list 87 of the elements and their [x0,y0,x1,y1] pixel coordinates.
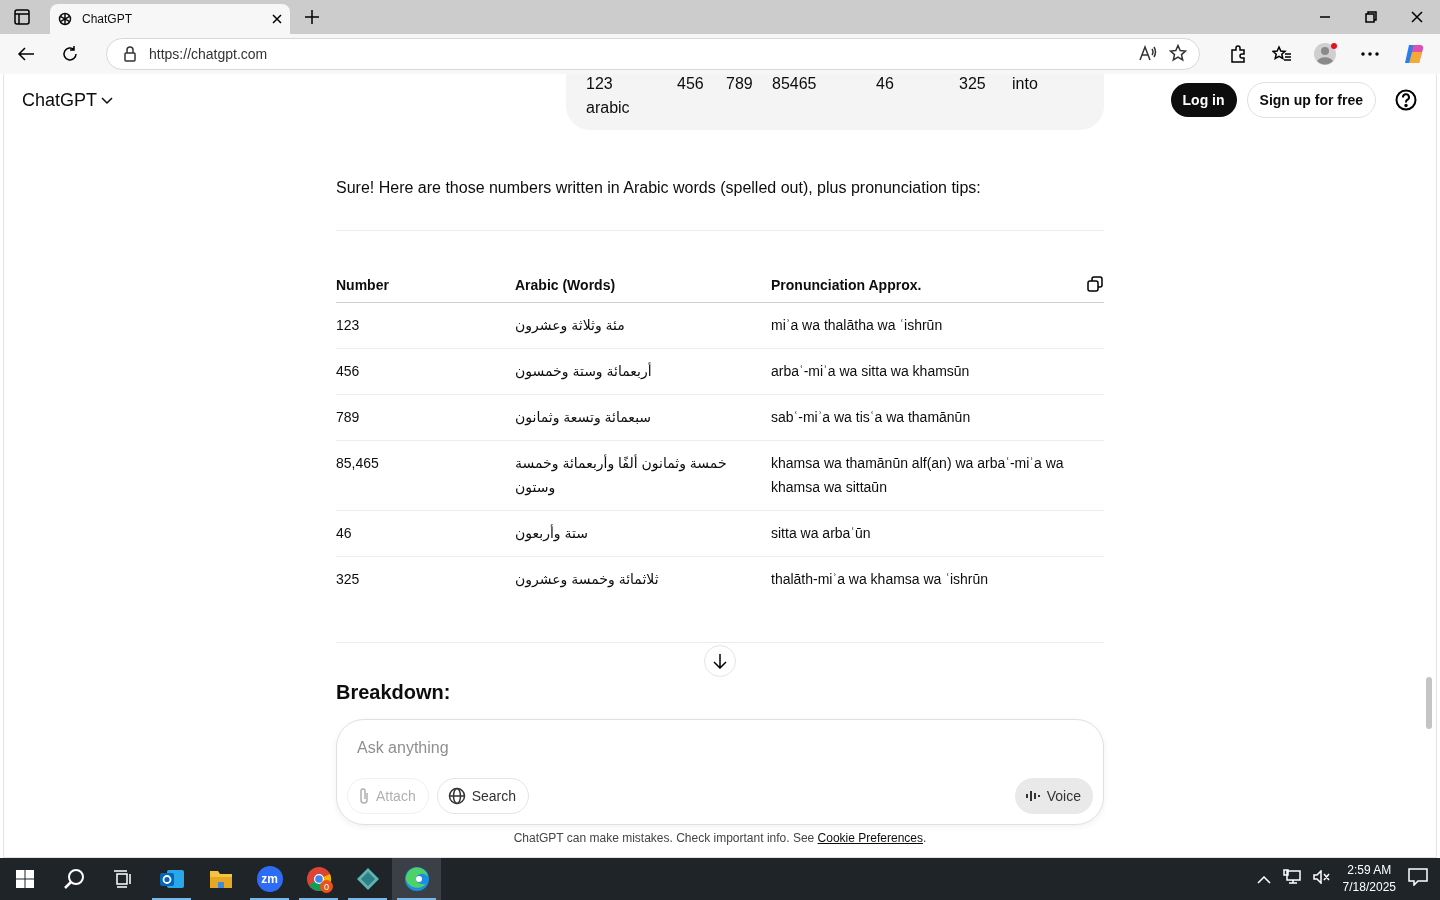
table-cell: 456 [336,363,360,379]
copy-icon [1086,275,1104,293]
message-input[interactable]: Ask anything [347,734,1093,762]
close-icon [1411,11,1423,23]
scroll-down-button[interactable] [704,645,736,677]
restore-icon [1365,11,1377,23]
time-text: 2:59 AM [1346,862,1393,879]
message-text: arabic [586,98,631,118]
table-cell: 325 [336,571,360,587]
globe-icon [447,787,466,805]
star-icon [1169,43,1187,62]
message-text: 325 [959,74,987,94]
tab-title: ChatGPT [82,12,133,26]
lock-icon [123,46,137,62]
copy-button[interactable] [1086,275,1104,293]
section-heading: Breakdown: [336,681,452,704]
message-text: 789 [726,74,754,94]
refresh-icon [61,45,79,63]
muted-speaker-icon [1312,870,1331,884]
search-button[interactable]: Search [436,778,530,814]
message-text: 46 [876,74,895,94]
chevron-up-icon [1256,876,1271,884]
edge-icon [403,866,430,892]
taskbar-app-button[interactable]: zm [245,858,294,900]
date-text: 7/18/2025 [1342,879,1396,896]
paperclip-icon [358,787,370,805]
column-header: Number [336,277,389,293]
read-aloud-icon [1139,44,1157,61]
more-icon [1361,52,1379,56]
taskbar-app-button[interactable] [392,858,441,900]
folder-icon [208,868,233,890]
clock[interactable]: 2:59 AM 7/18/2025 [1342,862,1396,896]
tab-actions-icon [14,9,30,25]
message-text: 456 [677,74,705,94]
chevron-down-icon [101,96,114,105]
network-icon [1282,869,1301,885]
table-cell-text: sitta wa arbaʿūn [771,524,871,543]
profile-avatar-icon [1313,42,1339,66]
table-cell-text: أربعمائة وستة وخمسون [515,361,652,382]
puzzle-icon [1229,45,1247,63]
search-icon [62,868,85,890]
table-cell-text: miʾa wa thalātha wa ʿishrūn [771,316,943,335]
zoom-app-icon: zm [256,866,283,892]
column-header: Pronunciation Approx. [771,277,922,293]
diamond-app-icon [355,867,380,891]
close-icon [272,14,282,24]
taskbar-app-button[interactable]: 0 [294,858,343,900]
table-cell-text: سبعمائة وتسعة وثمانون [515,408,652,428]
down-arrow-icon [712,653,728,669]
help-icon [1395,89,1417,111]
table-cell-text: ستة وأربعون [515,523,588,544]
table-cell: 85,465 [336,455,379,471]
table-cell: 123 [336,317,360,333]
plus-icon [304,9,320,25]
favorites-icon [1272,45,1292,63]
url-text: https://chatgpt.com [149,46,269,62]
voice-button[interactable]: Voice [1014,778,1093,814]
waveform-icon [1024,789,1041,803]
browser-tab[interactable]: ChatGPT [50,4,290,34]
table-cell-text: sabʿ-miʾa wa tisʿa wa thamānūn [771,408,971,427]
scrollbar-thumb[interactable] [1426,677,1432,729]
task-view-icon [112,870,133,888]
reply-text: Sure! Here are those numbers written in Arabic words (spelled out), plus pronunciation tips: [336,178,982,198]
column-header: Arabic (Words) [515,277,616,293]
message-text: 123 [586,74,614,94]
close-tab-button[interactable] [272,14,282,24]
message-text: 85465 [772,74,818,94]
table-cell-text: thalāth-miʾa wa khamsa wa ʿishrūn [771,570,989,589]
cookie-preferences-link[interactable]: Cookie Preferences [817,831,923,845]
model-menu-button[interactable]: ChatGPT [22,90,114,111]
copilot-logo-icon [1403,43,1425,65]
mail-app-icon [158,867,185,891]
table-cell-text: مئة وثلاثة وعشرون [515,316,625,336]
table-cell: 789 [336,409,360,425]
windows-logo-icon [15,870,34,888]
table-cell-text: ثلاثمائة وخمسة وعشرون [515,570,659,590]
table-cell-text: khamsa wa thamānūn alf(an) wa arbaʿ-miʾa wa khamsa wa sittaūn [771,454,1065,497]
table-cell-text: arbaʿ-miʾa wa sitta wa khamsūn [771,362,970,381]
address-bar[interactable]: https://chatgpt.com [106,38,1200,70]
signup-button[interactable]: Sign up for free [1246,82,1376,118]
back-arrow-icon [17,46,35,62]
login-button[interactable]: Log in [1170,83,1237,117]
table-cell-text: خمسة وثمانون ألفًا وأربعمائة وخمسة وستون [515,453,728,498]
disclaimer-text: ChatGPT can make mistakes. Check important info. See Cookie Preferences. [513,831,927,845]
table-cell: 46 [336,525,352,541]
message-bubble-icon [1408,868,1428,886]
message-text: into [1012,74,1039,94]
